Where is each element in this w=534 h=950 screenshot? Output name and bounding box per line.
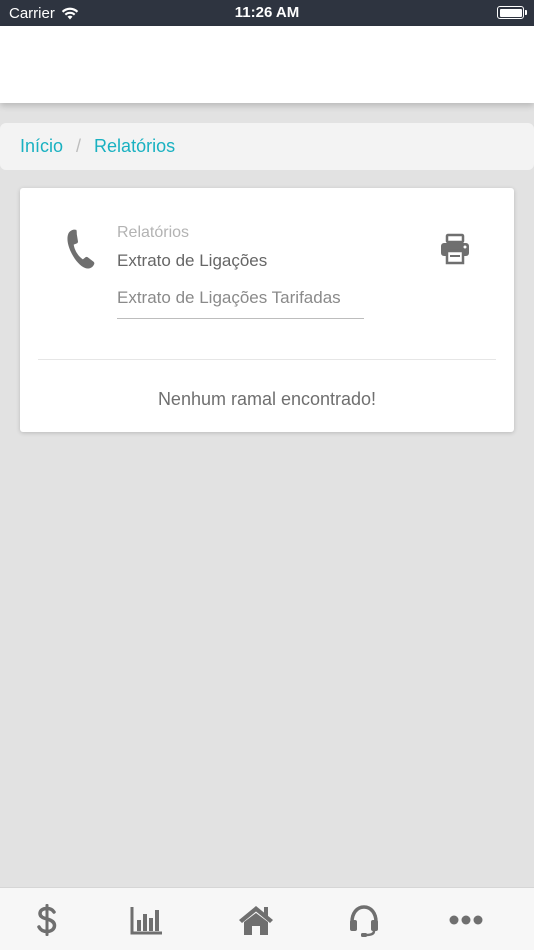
headset-icon <box>350 905 378 937</box>
tab-support[interactable] <box>344 900 384 940</box>
breadcrumb-home-link[interactable]: Início <box>20 136 63 157</box>
breadcrumb-reports-link[interactable]: Relatórios <box>94 136 175 157</box>
bar-chart-icon <box>130 907 162 935</box>
print-icon[interactable] <box>438 232 472 266</box>
empty-state-message: Nenhum ramal encontrado! <box>157 389 377 409</box>
status-bar: Carrier 11:26 AM <box>0 0 534 26</box>
app-header <box>0 26 534 103</box>
tab-financial[interactable] <box>27 900 67 940</box>
tab-more[interactable] <box>446 900 486 940</box>
home-icon <box>239 906 273 935</box>
tab-bar <box>0 887 534 950</box>
more-icon <box>449 915 483 925</box>
report-type-select[interactable]: Extrato de Ligações Tarifadas <box>117 286 364 319</box>
tab-home[interactable] <box>236 900 276 940</box>
section-label: Relatórios <box>117 224 190 241</box>
breadcrumb-separator: / <box>76 136 82 156</box>
report-card: Relatórios Extrato de Ligações Extrato d… <box>20 188 514 432</box>
dollar-icon <box>37 904 57 936</box>
battery-icon <box>497 6 527 19</box>
tab-reports[interactable] <box>127 900 167 940</box>
card-divider <box>38 359 496 360</box>
phone-icon <box>67 229 95 269</box>
clock: 11:26 AM <box>234 4 300 21</box>
breadcrumb: Início / Relatórios <box>0 123 534 170</box>
report-title: Extrato de Ligações <box>117 251 268 270</box>
